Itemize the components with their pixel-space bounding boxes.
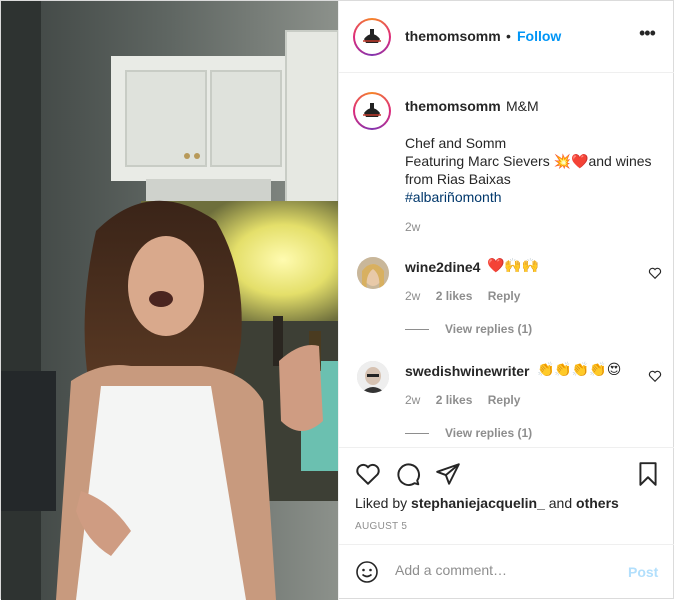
- post-video[interactable]: [1, 1, 338, 600]
- view-replies-label: View replies (1): [445, 322, 533, 336]
- comment-timestamp[interactable]: 2w: [405, 289, 420, 303]
- like-icon[interactable]: [355, 461, 381, 487]
- liked-by-others[interactable]: others: [576, 495, 619, 511]
- comment-likes[interactable]: 2 likes: [436, 289, 473, 303]
- comments-list[interactable]: themomsomm M&M Chef and Somm Featuring M…: [339, 74, 674, 446]
- header-separator: •: [506, 28, 511, 44]
- logo-icon: [358, 97, 386, 125]
- author-avatar[interactable]: [353, 18, 391, 56]
- comment-meta: 2w 2 likes Reply: [405, 289, 532, 303]
- reply-button[interactable]: Reply: [488, 393, 521, 407]
- liked-by-middle: and: [544, 495, 577, 511]
- comment-input[interactable]: [395, 562, 615, 578]
- post-comment-button[interactable]: Post: [628, 564, 658, 580]
- author-username[interactable]: themomsomm: [405, 28, 501, 44]
- liked-by-user[interactable]: stephaniejacquelin_: [411, 495, 545, 511]
- view-replies-button[interactable]: View replies (1): [405, 322, 532, 336]
- comment-icon[interactable]: [395, 461, 421, 487]
- emoji-icon[interactable]: [355, 560, 379, 584]
- heart-icon[interactable]: [648, 266, 662, 280]
- view-replies-button[interactable]: View replies (1): [405, 426, 532, 440]
- more-icon[interactable]: •••: [639, 23, 656, 44]
- comment-meta: 2w 2 likes Reply: [405, 393, 532, 407]
- post-header: themomsomm • Follow •••: [339, 1, 674, 73]
- save-icon[interactable]: [635, 461, 661, 487]
- liked-by-prefix: Liked by: [355, 495, 412, 511]
- replies-divider: [405, 433, 429, 435]
- comment-text: ❤️🙌🙌: [487, 257, 540, 273]
- caption-line: Featuring Marc Sievers 💥❤️and wines: [405, 153, 652, 169]
- add-comment-bar: Post: [339, 544, 674, 600]
- reply-button[interactable]: Reply: [488, 289, 521, 303]
- heart-icon[interactable]: [648, 369, 662, 383]
- view-replies-label: View replies (1): [445, 426, 533, 440]
- comment-username[interactable]: swedishwinewriter: [405, 363, 529, 379]
- commenter-avatar[interactable]: [357, 361, 389, 393]
- comment-likes[interactable]: 2 likes: [436, 393, 473, 407]
- share-icon[interactable]: [435, 461, 461, 487]
- caption-username[interactable]: themomsomm: [405, 98, 501, 114]
- logo-icon: [358, 23, 386, 51]
- post-details-panel: themomsomm • Follow ••• themomsomm M&M C…: [338, 1, 674, 600]
- caption-avatar[interactable]: [353, 92, 391, 130]
- comment-username[interactable]: wine2dine4: [405, 259, 480, 275]
- hashtag-link[interactable]: #albariñomonth: [405, 188, 665, 206]
- video-frame: [1, 1, 338, 600]
- caption-line: from Rias Baixas: [405, 171, 511, 187]
- comment-text: 👏👏👏👏😍: [537, 361, 622, 377]
- follow-button[interactable]: Follow: [517, 28, 561, 44]
- liked-by: Liked by stephaniejacquelin_ and others: [355, 495, 619, 511]
- post-date[interactable]: AUGUST 5: [355, 521, 407, 532]
- instagram-post: themomsomm • Follow ••• themomsomm M&M C…: [0, 0, 674, 600]
- caption-text: Chef and Somm Featuring Marc Sievers 💥❤️…: [405, 134, 665, 206]
- post-actions: Liked by stephaniejacquelin_ and others …: [339, 447, 674, 547]
- commenter-avatar[interactable]: [357, 257, 389, 289]
- comment-timestamp[interactable]: 2w: [405, 393, 420, 407]
- caption-title: M&M: [506, 98, 539, 114]
- caption-line: Chef and Somm: [405, 135, 507, 151]
- caption-timestamp[interactable]: 2w: [405, 220, 420, 234]
- replies-divider: [405, 329, 429, 331]
